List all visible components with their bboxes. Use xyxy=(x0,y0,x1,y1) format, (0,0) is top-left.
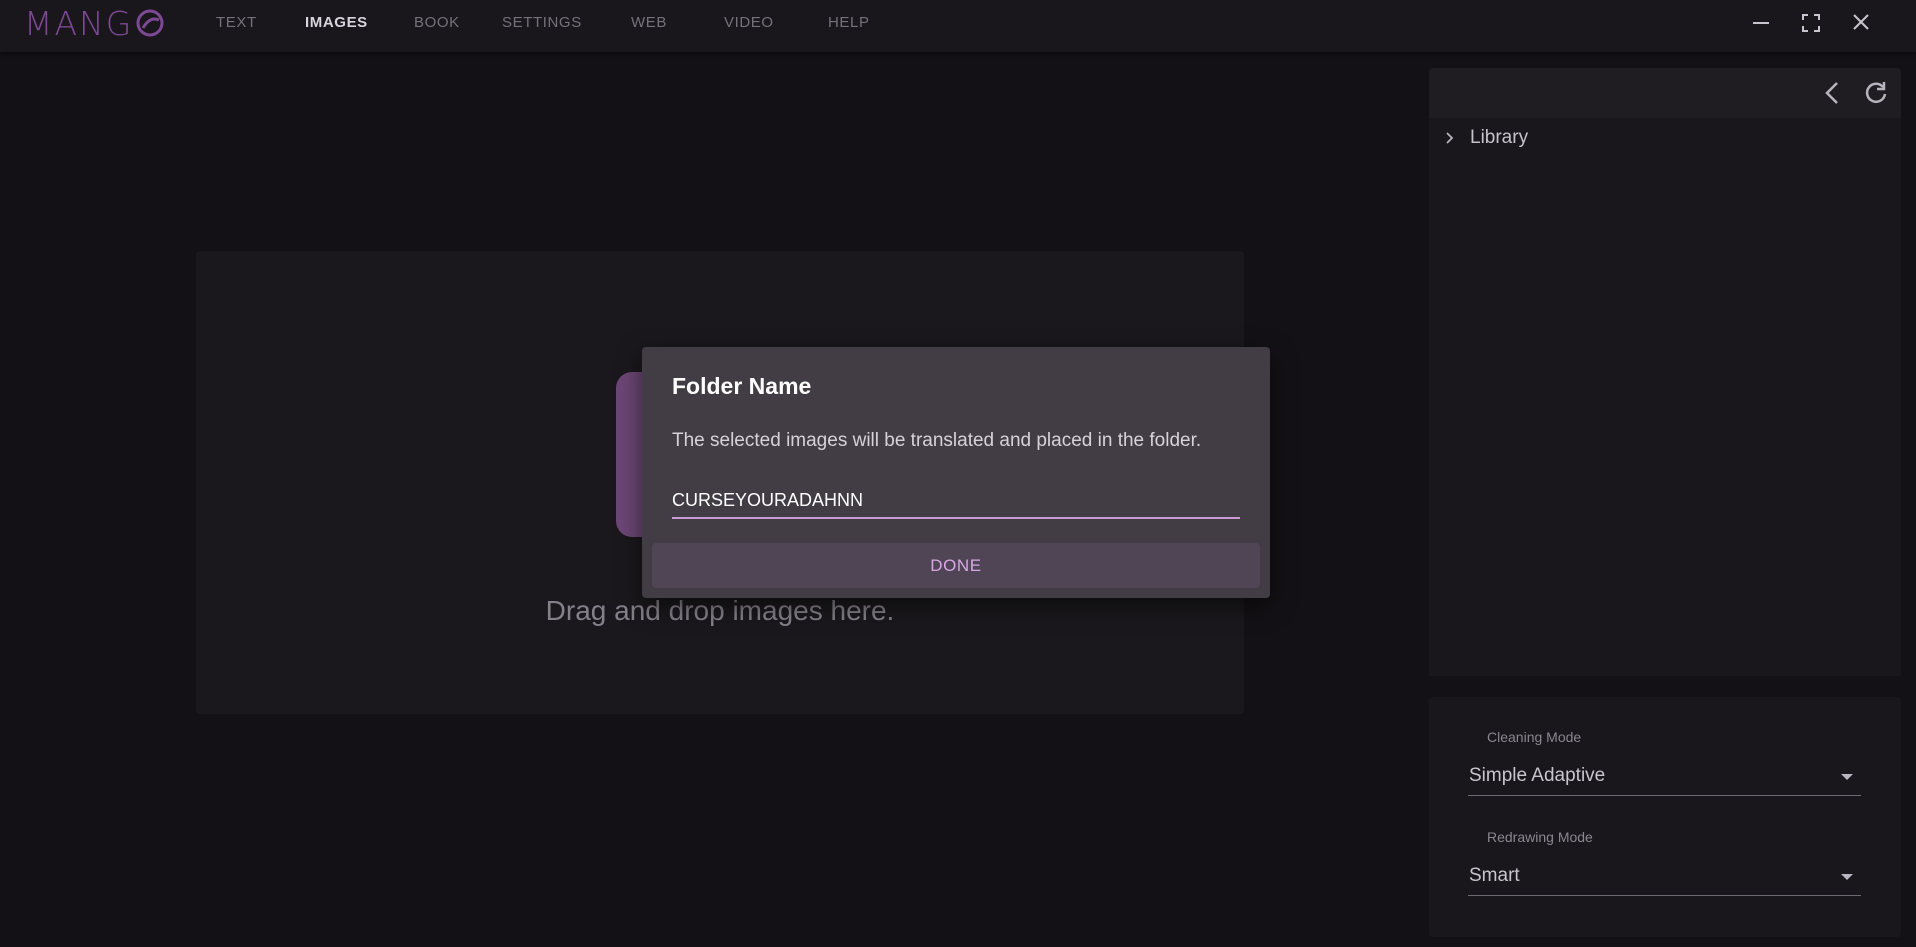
folder-name-dialog: Folder Name The selected images will be … xyxy=(642,347,1270,598)
dialog-message: The selected images will be translated a… xyxy=(672,430,1202,451)
folder-name-input[interactable] xyxy=(672,483,1240,519)
done-button[interactable]: DONE xyxy=(652,543,1260,588)
dialog-title: Folder Name xyxy=(672,373,812,399)
